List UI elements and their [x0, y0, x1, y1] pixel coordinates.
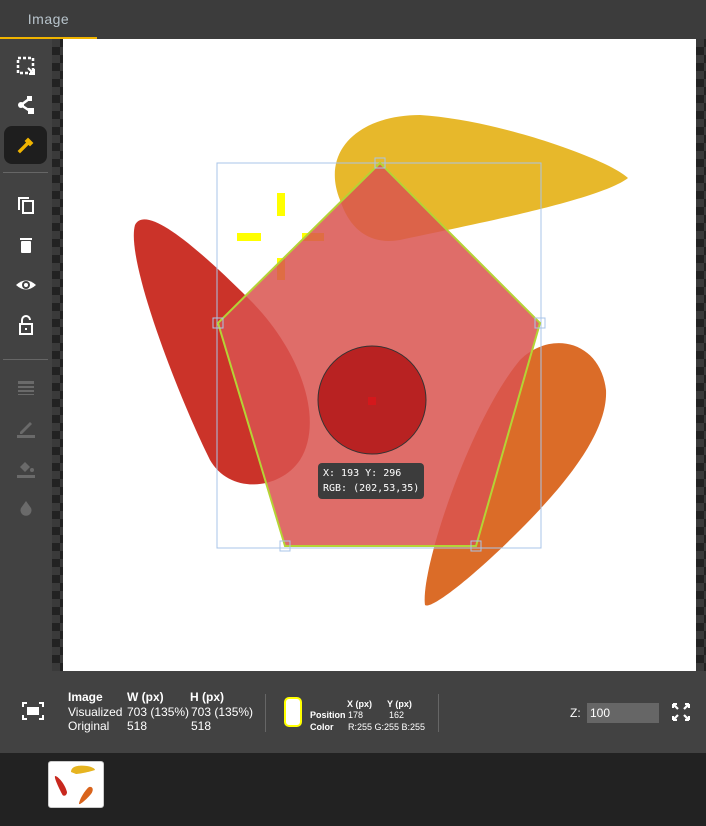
- tooltip-rgb: RGB: (202,53,35): [323, 483, 420, 494]
- original-width: 518: [127, 719, 148, 733]
- visualized-height: 703 (135%): [191, 705, 254, 719]
- z-label: Z:: [570, 706, 581, 720]
- visualized-width: 703 (135%): [127, 705, 190, 719]
- color-label: Color: [310, 722, 334, 732]
- height-header: H (px): [190, 690, 224, 704]
- width-header: W (px): [127, 690, 164, 704]
- visualized-label: Visualized: [68, 705, 123, 719]
- color-value: R:255 G:255 B:255: [348, 722, 426, 732]
- image-label: Image: [68, 690, 103, 704]
- fullscreen-icon[interactable]: [672, 703, 690, 721]
- annotation-stage[interactable]: [0, 0, 706, 671]
- tooltip-coords: X: 193 Y: 296: [323, 468, 402, 479]
- z-index-input[interactable]: 100: [587, 703, 659, 723]
- picker-point: [368, 397, 376, 405]
- original-label: Original: [68, 719, 110, 733]
- original-height: 518: [191, 719, 212, 733]
- image-thumbnail[interactable]: [48, 761, 104, 808]
- divider: [265, 694, 266, 732]
- fit-to-screen-icon[interactable]: [22, 702, 44, 720]
- thumbnail-preview: [54, 765, 95, 805]
- color-swatch: [284, 697, 302, 727]
- divider: [438, 694, 439, 732]
- pixel-tooltip: X: 193 Y: 296 RGB: (202,53,35): [318, 463, 425, 499]
- thumbnail-strip: [0, 753, 706, 826]
